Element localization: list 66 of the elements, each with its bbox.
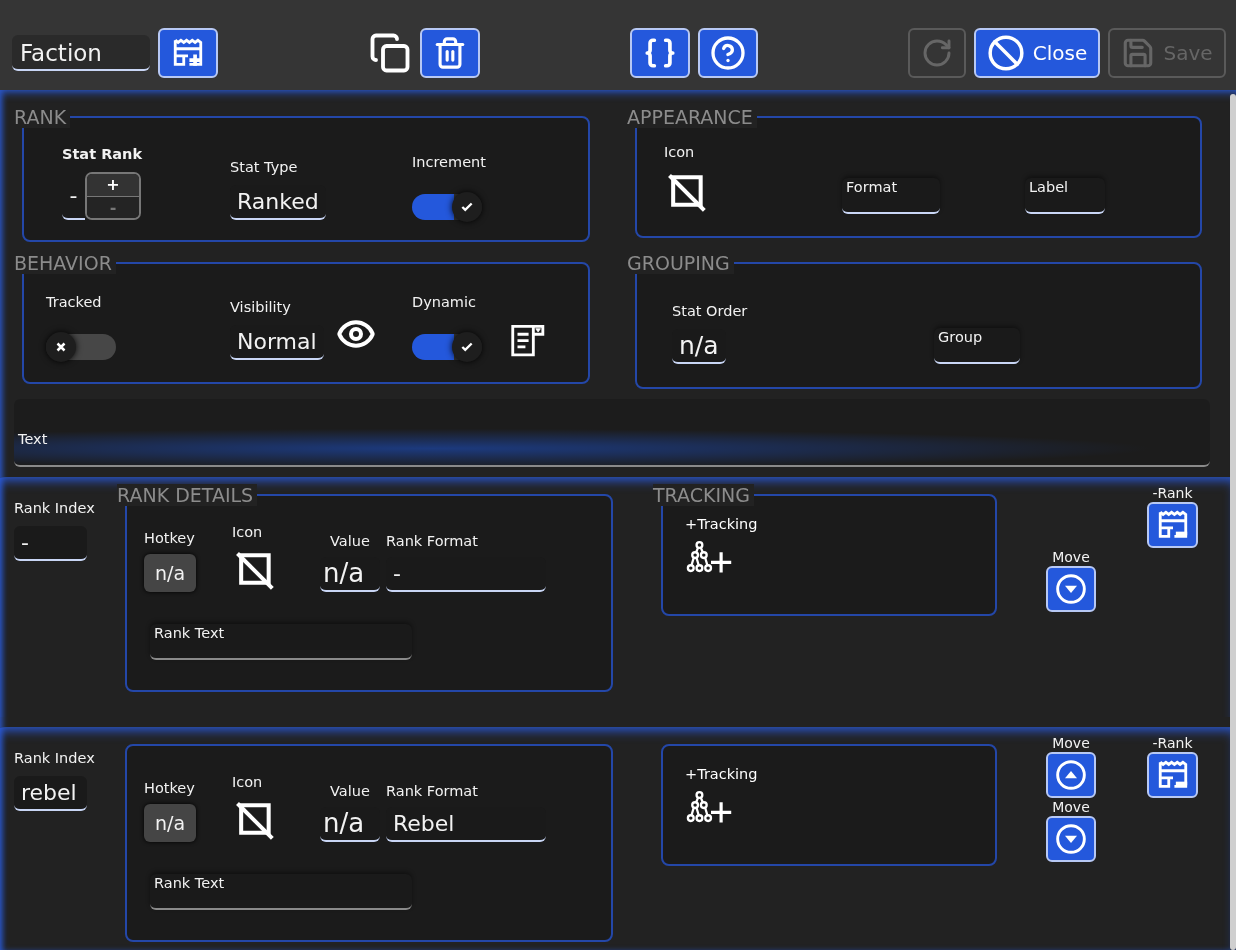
field-label: Rank Format (386, 533, 478, 549)
input-field[interactable]: Label (1025, 178, 1105, 214)
text-field[interactable]: Text (14, 399, 1210, 467)
toggle-switch[interactable] (412, 334, 482, 360)
field-label: Hotkey (144, 780, 195, 796)
rank-index-field[interactable]: - (14, 526, 87, 561)
increase-button[interactable]: + (87, 174, 139, 196)
toggle-switch[interactable] (46, 334, 116, 360)
add-tracking-button[interactable]: +Tracking (685, 766, 758, 826)
field-label: Increment (412, 154, 486, 170)
field-label: Value (330, 533, 370, 549)
toggle-switch[interactable] (412, 194, 482, 220)
stepper-value[interactable]: - (62, 172, 85, 220)
input-field[interactable]: Format (842, 178, 940, 214)
button-label: Move (1052, 798, 1090, 816)
remove-rank-button[interactable] (1147, 752, 1198, 798)
field-label: Rank Index (14, 500, 95, 516)
move-down-button[interactable] (1046, 566, 1096, 612)
button-label: -Rank (1152, 734, 1193, 752)
field-label: Icon (232, 774, 263, 790)
field-label: Rank Format (386, 783, 478, 799)
input-field[interactable]: Rank Text (150, 624, 412, 660)
braces-icon (643, 36, 677, 70)
button-label: -Rank (1152, 484, 1193, 502)
field-label: Icon (664, 144, 695, 160)
field-label: Hotkey (144, 530, 195, 546)
section-title: TRACKING (653, 484, 754, 506)
field-label: Stat Type (230, 159, 298, 175)
button-label: Move (1052, 734, 1090, 752)
move-down-icon (1055, 573, 1087, 605)
x-icon (55, 341, 67, 353)
field-label: Visibility (230, 299, 291, 315)
field-label: Tracked (46, 294, 102, 310)
field-label: Dynamic (412, 294, 476, 310)
json-button[interactable] (630, 28, 690, 78)
check-icon (460, 200, 474, 214)
close-button[interactable]: Close (974, 28, 1100, 78)
move-down-icon (1055, 823, 1087, 855)
field-label: Rank Index (14, 750, 95, 766)
field-label: Icon (232, 524, 263, 540)
field-label: Stat Rank (62, 146, 143, 162)
add-tracking-button[interactable]: +Tracking (685, 516, 758, 576)
add-rank-button[interactable] (158, 28, 218, 78)
field-label: Value (330, 783, 370, 799)
delete-button[interactable] (420, 28, 480, 78)
section-title: RANK DETAILS (117, 484, 258, 506)
help-button[interactable] (698, 28, 758, 78)
hotkey-button[interactable]: n/a (144, 554, 196, 592)
reload-icon (921, 37, 953, 69)
trash-icon (433, 36, 467, 70)
move-up-button[interactable] (1046, 752, 1096, 798)
input-field[interactable]: Group (934, 328, 1020, 364)
title-field[interactable]: Faction (12, 35, 150, 71)
move-up-icon (1055, 759, 1087, 791)
help-icon (710, 35, 746, 71)
ban-icon (986, 34, 1025, 72)
input-field[interactable]: Rank Text (150, 874, 412, 910)
hotkey-button[interactable]: n/a (144, 804, 196, 842)
move-down-button[interactable] (1046, 816, 1096, 862)
remove-rank-button[interactable] (1147, 502, 1198, 548)
scrollbar[interactable] (1230, 94, 1236, 950)
copy-icon (369, 32, 411, 74)
field-label: Stat Order (672, 303, 748, 319)
check-icon (460, 340, 474, 354)
rank-index-field[interactable]: rebel (14, 776, 87, 811)
button-label: Move (1052, 548, 1090, 566)
